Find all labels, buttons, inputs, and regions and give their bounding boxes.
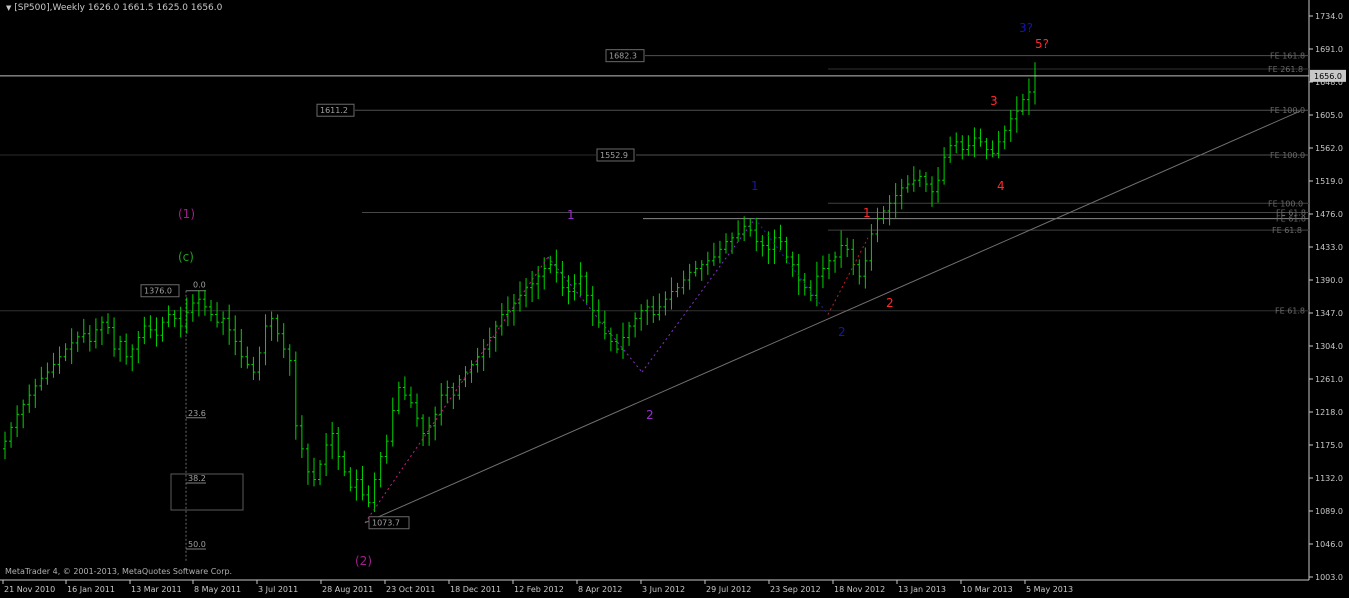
y-tick-label: 1562.0 xyxy=(1315,144,1343,153)
wave-label: 1 xyxy=(751,179,759,193)
level-label: 1376.0 xyxy=(144,287,172,296)
trendline xyxy=(364,110,1301,524)
x-tick-label: 29 Jul 2012 xyxy=(706,585,751,594)
y-tick-label: 1691.0 xyxy=(1315,45,1343,54)
chart-window: 1734.0 1691.0 1648.0 1605.0 1562.0 1519.0 1476… xyxy=(0,0,1349,598)
x-tick-label: 18 Dec 2011 xyxy=(450,585,501,594)
wave-label: 4 xyxy=(997,179,1005,193)
x-tick-label: 23 Oct 2011 xyxy=(386,585,435,594)
x-tick-label: 28 Aug 2011 xyxy=(322,585,373,594)
y-tick-label: 1605.0 xyxy=(1315,111,1343,120)
fe-label: FE 100.0 xyxy=(1270,106,1305,115)
y-tick-label: 1476.0 xyxy=(1315,210,1343,219)
wave-label: (1) xyxy=(178,207,195,221)
fe-label: FE 61.8 xyxy=(1275,307,1305,316)
wave-label: 1 xyxy=(863,206,871,220)
y-tick-label: 1218.0 xyxy=(1315,408,1343,417)
x-tick-label: 3 Jun 2012 xyxy=(642,585,685,594)
wave-label: 1 xyxy=(567,208,575,222)
wave-label: 2 xyxy=(838,325,846,339)
copyright-text: MetaTrader 4, © 2001-2013, MetaQuotes So… xyxy=(5,567,233,576)
y-tick-label: 1089.0 xyxy=(1315,507,1343,516)
wave-label: 5? xyxy=(1035,37,1049,51)
y-tick-label: 1261.0 xyxy=(1315,375,1343,384)
wave-label: 2 xyxy=(646,408,654,422)
chart-header: ▼ [SP500],Weekly 1626.0 1661.5 1625.0 16… xyxy=(6,3,222,13)
current-price-label: 1656.0 xyxy=(1314,72,1342,81)
x-tick-label: 16 Jan 2011 xyxy=(67,585,115,594)
y-tick-label: 1175.0 xyxy=(1315,441,1343,450)
price-chart[interactable]: 1734.01691.01648.01605.01562.01519.01476… xyxy=(0,0,1349,598)
x-tick-label: 18 Nov 2012 xyxy=(834,585,885,594)
x-tick-label: 13 Jan 2013 xyxy=(898,585,946,594)
fe-label: FE 161.8 xyxy=(1270,52,1305,61)
x-tick-label: 3 Jul 2011 xyxy=(258,585,298,594)
x-tick-label: 23 Sep 2012 xyxy=(770,585,821,594)
y-tick-label: 1433.0 xyxy=(1315,243,1343,252)
wave-label: 3 xyxy=(990,94,998,108)
level-label: 1611.2 xyxy=(320,106,348,115)
fe-label: FE 261.8 xyxy=(1268,65,1303,74)
chart-title: [SP500],Weekly 1626.0 1661.5 1625.0 1656… xyxy=(14,3,223,13)
x-tick-label: 8 May 2011 xyxy=(194,585,241,594)
fe-label: FE 100.0 xyxy=(1270,151,1305,160)
level-label: 1682.3 xyxy=(609,52,637,61)
x-tick-label: 5 May 2013 xyxy=(1026,585,1073,594)
wave-label: (2) xyxy=(355,554,372,568)
x-tick-label: 21 Nov 2010 xyxy=(4,585,55,594)
y-tick-label: 1003.0 xyxy=(1315,573,1343,582)
fe-label: FE 100.0 xyxy=(1268,199,1303,208)
y-tick-label: 1519.0 xyxy=(1315,177,1343,186)
x-tick-label: 10 Mar 2013 xyxy=(962,585,1013,594)
fib-level-label: 23.6 xyxy=(188,409,206,418)
wave-label: 3? xyxy=(1019,21,1033,35)
level-label: 1552.9 xyxy=(600,151,628,160)
fib-zone-box xyxy=(170,473,244,511)
y-tick-label: 1304.0 xyxy=(1315,342,1343,351)
wave-label: 2 xyxy=(886,296,894,310)
x-tick-label: 12 Feb 2012 xyxy=(514,585,564,594)
y-tick-label: 1734.0 xyxy=(1315,12,1343,21)
y-tick-label: 1347.0 xyxy=(1315,309,1343,318)
x-tick-label: 8 Apr 2012 xyxy=(578,585,622,594)
fib-level-label: 0.0 xyxy=(193,281,206,290)
y-tick-label: 1046.0 xyxy=(1315,540,1343,549)
wave-label: (c) xyxy=(178,250,194,264)
fib-level-label: 50.0 xyxy=(188,540,206,549)
x-tick-label: 13 Mar 2011 xyxy=(131,585,182,594)
fe-label: FE 61.8 xyxy=(1276,215,1306,224)
level-label: 1073.7 xyxy=(372,519,400,528)
y-tick-label: 1132.0 xyxy=(1315,474,1343,483)
fe-label: FE 61.8 xyxy=(1272,226,1302,235)
y-tick-label: 1390.0 xyxy=(1315,276,1343,285)
dropdown-arrow-icon[interactable]: ▼ xyxy=(6,4,11,12)
fib-level-label: 38.2 xyxy=(188,474,206,483)
